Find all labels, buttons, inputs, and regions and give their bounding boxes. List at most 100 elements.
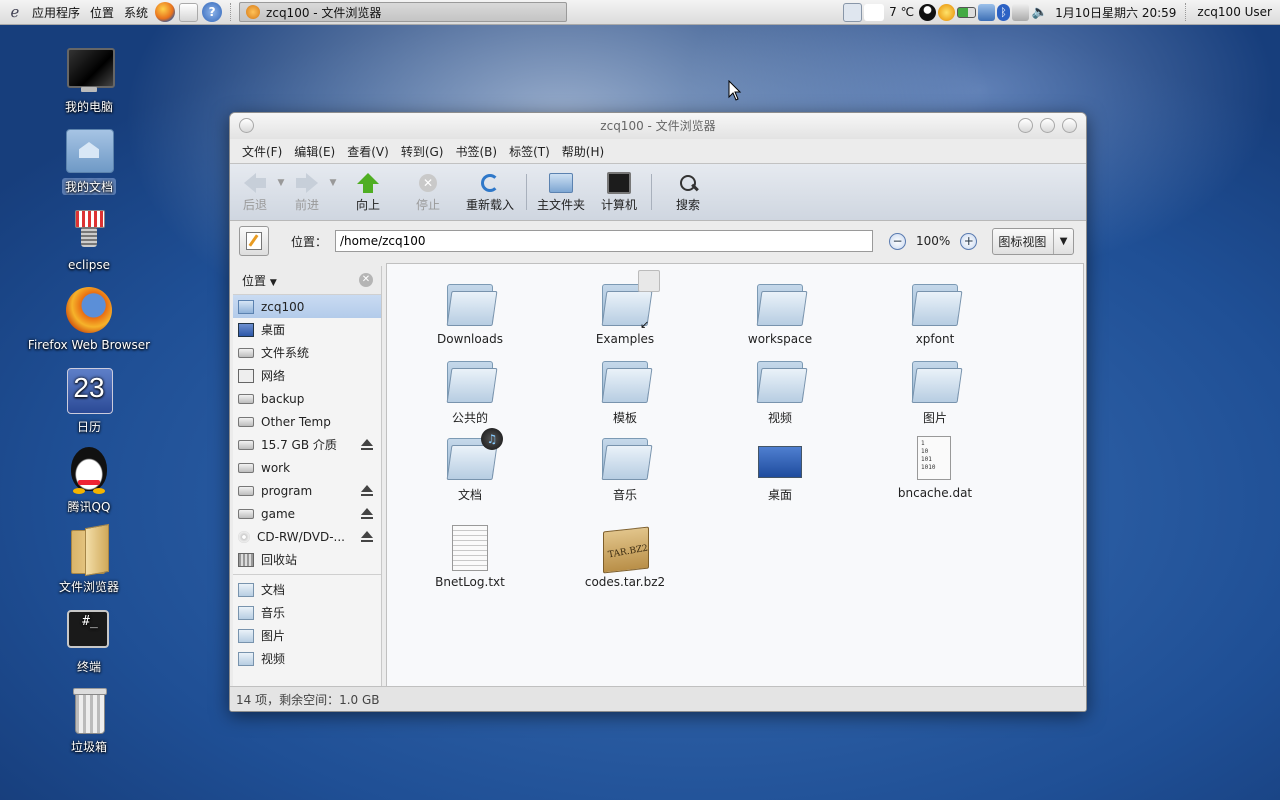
eject-icon[interactable]: [361, 439, 373, 450]
desktop-icon-documents[interactable]: 我的文档: [19, 126, 159, 195]
search-button[interactable]: 搜索: [656, 164, 720, 213]
forward-button[interactable]: 前进: [286, 164, 328, 213]
places-menu[interactable]: 位置: [85, 4, 119, 21]
menu-file[interactable]: 文件(F): [236, 143, 288, 160]
zoom-level[interactable]: 100%: [916, 234, 950, 248]
window-menu-button[interactable]: [239, 118, 254, 133]
back-history-dropdown-icon[interactable]: ▼: [276, 164, 286, 188]
toolbar-separator: [526, 174, 527, 210]
file-item[interactable]: workspace: [720, 282, 840, 346]
desktop-icon-firefox[interactable]: Firefox Web Browser: [19, 286, 159, 352]
sidebar-bookmark[interactable]: 视频: [233, 647, 381, 670]
eject-icon[interactable]: [361, 485, 373, 496]
computer-button[interactable]: 计算机: [591, 164, 647, 213]
file-item[interactable]: 视频: [720, 359, 840, 426]
bluetooth-icon[interactable]: ᛒ: [997, 3, 1011, 21]
sidebar-item[interactable]: game: [233, 502, 381, 525]
window-titlebar[interactable]: zcq100 - 文件浏览器: [230, 113, 1086, 139]
sidebar-item[interactable]: zcq100: [233, 295, 381, 318]
close-button[interactable]: [1062, 118, 1077, 133]
menu-tabs[interactable]: 标签(T): [503, 143, 556, 160]
sidebar-item[interactable]: 网络: [233, 364, 381, 387]
up-button[interactable]: 向上: [338, 164, 398, 213]
file-item[interactable]: ↙ Examples: [565, 270, 685, 346]
desktop-icon-qq[interactable]: 腾讯QQ: [19, 446, 159, 515]
minimize-button[interactable]: [1018, 118, 1033, 133]
forward-history-dropdown-icon[interactable]: ▼: [328, 164, 338, 188]
file-item[interactable]: 1 10 101 1010 bncache.dat: [875, 436, 995, 500]
applications-menu[interactable]: 应用程序: [27, 4, 85, 21]
sidebar-item[interactable]: 15.7 GB 介质: [233, 433, 381, 456]
desktop-icon-trash[interactable]: 垃圾箱: [19, 686, 159, 755]
firefox-launcher-icon[interactable]: [155, 2, 176, 22]
sidebar-item[interactable]: 文件系统: [233, 341, 381, 364]
view-mode-select[interactable]: 图标视图 ▼: [992, 227, 1075, 255]
clock[interactable]: 1月10日星期六 20:59: [1050, 4, 1181, 21]
file-item[interactable]: 模板: [565, 359, 685, 426]
taskbar-window-button[interactable]: zcq100 - 文件浏览器: [239, 2, 568, 22]
desktop-icon-file-browser[interactable]: 文件浏览器: [19, 523, 159, 595]
file-item[interactable]: xpfont: [875, 282, 995, 346]
desktop-icon-computer[interactable]: 我的电脑: [19, 46, 159, 115]
menu-go[interactable]: 转到(G): [395, 143, 450, 160]
folder-icon: [756, 282, 808, 326]
qq-tray-icon[interactable]: [919, 3, 937, 21]
location-input[interactable]: [335, 230, 874, 252]
file-item[interactable]: TAR.BZ2 codes.tar.bz2: [565, 525, 685, 589]
home-folder-icon: [549, 172, 573, 194]
workspace-switcher-icon[interactable]: [843, 2, 863, 22]
weather-icon[interactable]: [864, 3, 885, 21]
location-edit-toggle[interactable]: [239, 226, 269, 256]
eject-icon[interactable]: [361, 508, 373, 519]
eject-icon[interactable]: [361, 531, 373, 542]
sidebar-type-select[interactable]: 位置 ▼: [242, 272, 277, 289]
menu-edit[interactable]: 编辑(E): [288, 143, 341, 160]
file-item[interactable]: BnetLog.txt: [410, 525, 530, 589]
zoom-out-icon[interactable]: −: [889, 232, 907, 250]
icon-view[interactable]: Downloads ↙ Examples workspace xpfont 公共的 模板 视频…: [386, 263, 1084, 688]
update-icon[interactable]: [938, 3, 956, 21]
sidebar-item[interactable]: Other Temp: [233, 410, 381, 433]
file-item[interactable]: Downloads: [410, 282, 530, 346]
sidebar-item-label: game: [261, 506, 296, 521]
desktop-icon-eclipse[interactable]: eclipse: [19, 206, 159, 272]
file-item[interactable]: ♫ 文档: [410, 428, 530, 503]
network-tray-icon[interactable]: [978, 3, 996, 21]
user-menu[interactable]: zcq100 User: [1192, 5, 1280, 19]
file-item[interactable]: 桌面: [720, 436, 840, 503]
folder-icon: [911, 282, 963, 326]
menu-bookmarks[interactable]: 书签(B): [449, 143, 503, 160]
desktop-icon-calendar[interactable]: 23 日历: [19, 366, 159, 435]
desktop-icon-terminal[interactable]: #_ 终端: [19, 606, 159, 675]
reload-button[interactable]: 重新载入: [458, 164, 522, 213]
sidebar-close-icon[interactable]: ✕: [359, 273, 373, 287]
status-text: 14 项，剩余空间：1.0 GB: [236, 693, 380, 707]
sidebar-item[interactable]: work: [233, 456, 381, 479]
system-menu[interactable]: 系统: [119, 4, 153, 21]
back-button[interactable]: 后退: [234, 164, 276, 213]
volume-icon[interactable]: 🔈: [1031, 4, 1048, 21]
stop-button[interactable]: ✕ 停止: [398, 164, 458, 213]
sidebar-item[interactable]: 桌面: [233, 318, 381, 341]
distro-logo-icon[interactable]: ℯ: [6, 3, 24, 21]
home-button[interactable]: 主文件夹: [531, 164, 591, 213]
battery-icon[interactable]: [957, 6, 977, 18]
sidebar-bookmark[interactable]: 文档: [233, 578, 381, 601]
menu-view[interactable]: 查看(V): [341, 143, 395, 160]
sidebar-item[interactable]: backup: [233, 387, 381, 410]
sidebar-bookmark[interactable]: 音乐: [233, 601, 381, 624]
sidebar-item[interactable]: CD-RW/DVD-...: [233, 525, 381, 548]
mail-launcher-icon[interactable]: [179, 2, 199, 22]
trash-icon: [65, 686, 113, 734]
sidebar-item[interactable]: 回收站: [233, 548, 381, 571]
sidebar-item[interactable]: program: [233, 479, 381, 502]
printer-icon[interactable]: [1012, 3, 1030, 21]
sidebar-bookmark[interactable]: 图片: [233, 624, 381, 647]
file-item[interactable]: 公共的: [410, 359, 530, 426]
help-launcher-icon[interactable]: ?: [202, 2, 223, 22]
zoom-in-icon[interactable]: +: [960, 232, 978, 250]
menu-help[interactable]: 帮助(H): [556, 143, 610, 160]
maximize-button[interactable]: [1040, 118, 1055, 133]
file-item[interactable]: 图片: [875, 359, 995, 426]
file-item[interactable]: 音乐: [565, 436, 685, 503]
